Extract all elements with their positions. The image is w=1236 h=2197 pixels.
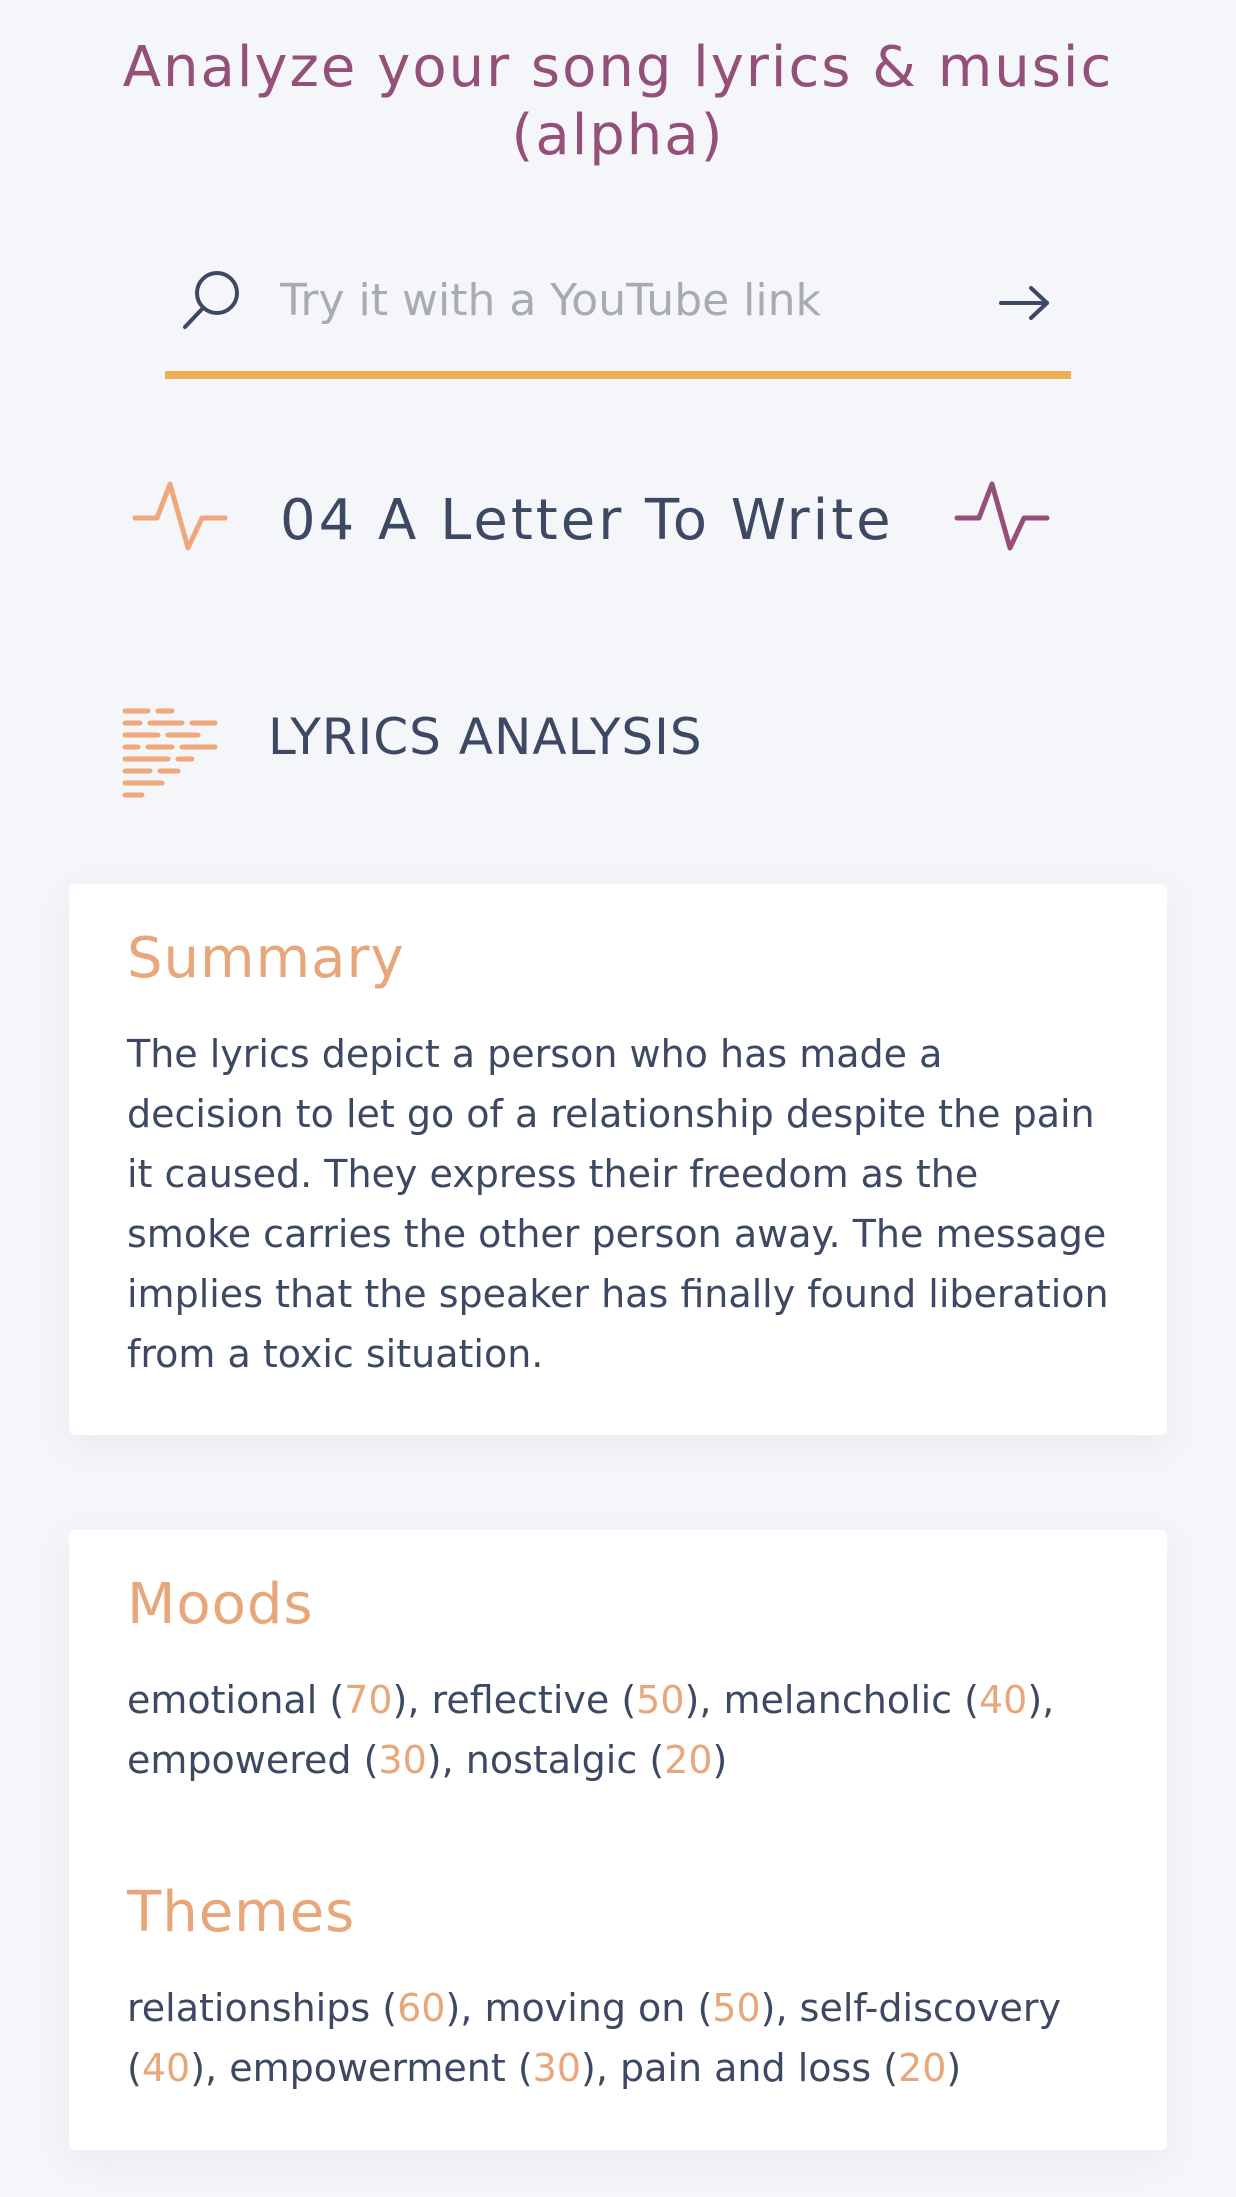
theme-score: 50 [712,1986,761,2030]
mood-label: empowered [127,1738,352,1782]
theme-score: 60 [397,1986,446,2030]
theme-label: relationships [127,1986,371,2030]
theme-item: moving on (50) [484,1986,776,2030]
theme-score: 20 [898,2046,947,2090]
summary-heading: Summary [127,926,405,991]
mood-label: emotional [127,1678,318,1722]
mood-label: nostalgic [465,1738,638,1782]
mood-score: 50 [636,1678,685,1722]
section-title: LYRICS ANALYSIS [268,708,703,766]
mood-label: reflective [431,1678,610,1722]
lyrics-analysis-header: LYRICS ANALYSIS [120,700,1120,800]
theme-item: empowerment (30) [229,2046,596,2090]
theme-label: self-discovery [799,1986,1061,2030]
pulse-right-icon [954,481,1050,551]
arrow-right-icon[interactable] [995,273,1055,333]
lyrics-lines-icon [122,708,218,798]
search-icon [183,271,239,329]
summary-card: Summary The lyrics depict a person who h… [69,884,1167,1435]
theme-score: 30 [532,2046,582,2090]
mood-item: reflective (50) [431,1678,700,1722]
mood-score: 40 [978,1678,1028,1722]
song-header: 04 A Letter To Write [130,470,1106,585]
song-title: 04 A Letter To Write [280,488,894,553]
pulse-left-icon [132,481,228,551]
mood-item: nostalgic (20) [465,1738,728,1782]
theme-score: 40 [141,2046,191,2090]
theme-item: pain and loss (20) [620,2046,962,2090]
page: Analyze your song lyrics & music (alpha)… [0,0,1236,2197]
mood-score: 70 [344,1678,393,1722]
themes-list: relationships (60), moving on (50), self… [127,1986,1061,2090]
moods-list: emotional (70), reflective (50), melanch… [127,1678,1055,1782]
mood-item: melancholic (40) [723,1678,1043,1722]
mood-item: emotional (70) [127,1678,408,1722]
theme-label: moving on [484,1986,686,2030]
theme-label: empowerment [229,2046,506,2090]
themes-heading: Themes [127,1880,356,1945]
page-title: Analyze your song lyrics & music (alpha) [122,35,1114,168]
mood-label: melancholic [723,1678,953,1722]
search-input[interactable] [280,265,940,335]
search-bar [165,245,1071,379]
theme-label: pain and loss [620,2046,872,2090]
summary-text: The lyrics depict a person who has made … [127,1032,1109,1376]
moods-themes-card: Moods emotional (70), reflective (50), m… [69,1530,1167,2150]
theme-item: relationships (60) [127,1986,461,2030]
moods-heading: Moods [127,1572,314,1637]
mood-item: empowered (30) [127,1738,442,1782]
mood-score: 30 [378,1738,427,1782]
mood-score: 20 [664,1738,713,1782]
